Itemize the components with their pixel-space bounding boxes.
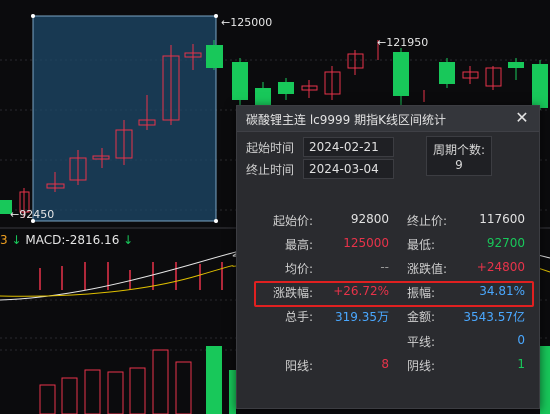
selection-region [32,15,217,222]
start-price-label: 起始价: [272,214,313,228]
change-label: 涨跌值: [407,262,448,276]
down-arrow-icon: ↓ [123,233,134,247]
stats-row-volume-amount: 总手: 319.35万 金额: 3543.57亿 [237,308,539,328]
stats-row-up-down: 阳线: 8 阴线: 1 [237,357,539,377]
stats-row-pct-amplitude: 涨跌幅: +26.72% 振幅: 34.81% [237,284,539,304]
amount-label: 金额: [407,310,436,324]
start-time-field[interactable]: 2024-02-21 [303,137,394,157]
low-value: 92700 [486,236,525,250]
start-price-value: 92800 [350,212,389,226]
stats-row-avg-change: 均价: -- 涨跌值: +24800 [237,260,539,280]
candle [255,88,271,106]
flat-lines-value: 0 [517,333,525,347]
macd-indicator: 3 ↓ MACD:-2816.16 ↓ [0,233,133,247]
dialog-titlebar[interactable]: 碳酸锂主连 lc9999 期指K线区间统计 ✕ [237,106,539,132]
down-lines-value: 1 [517,357,525,371]
avg-price-value: -- [380,260,389,274]
candle [278,82,294,94]
end-time-label: 终止时间 [246,163,295,177]
period-count-value: 9 [455,158,463,172]
total-volume-label: 总手: [284,310,313,324]
candle [439,62,455,84]
change-pct-value: +26.72% [333,284,389,298]
mid-price-marker: ←121950 [377,36,429,49]
macd-value: MACD:-2816.16 [25,233,120,247]
low-label: 最低: [407,238,436,252]
candle [508,62,524,68]
amplitude-label: 振幅: [407,286,436,300]
macd-index-digit: 3 [0,233,8,247]
stats-row-high-low: 最高: 125000 最低: 92700 [237,236,539,256]
down-arrow-icon: ↓ [11,233,22,247]
end-time-field[interactable]: 2024-03-04 [303,159,394,179]
high-label: 最高: [284,238,313,252]
total-volume-value: 319.35万 [335,310,389,324]
dialog-title: 碳酸锂主连 lc9999 期指K线区间统计 [246,113,446,127]
end-price-value: 117600 [479,212,525,226]
amplitude-value: 34.81% [479,284,525,298]
period-count-box: 周期个数: 9 [426,136,492,176]
stats-row-flat: 平线: 0 [237,333,539,353]
start-time-label: 起始时间 [246,141,295,155]
down-lines-label: 阴线: [407,359,436,373]
interval-stats-dialog[interactable]: 碳酸锂主连 lc9999 期指K线区间统计 ✕ 起始时间 2024-02-21 … [236,105,540,409]
avg-price-label: 均价: [284,262,313,276]
high-price-marker: ←125000 [221,16,273,29]
change-pct-label: 涨跌幅: [272,286,313,300]
end-price-label: 终止价: [407,214,448,228]
amount-value: 3543.57亿 [463,310,525,324]
close-icon[interactable]: ✕ [514,109,530,127]
up-lines-value: 8 [381,357,389,371]
flat-lines-label: 平线: [407,335,436,349]
high-value: 125000 [343,236,389,250]
up-lines-label: 阳线: [284,359,313,373]
stats-row-start-end: 起始价: 92800 终止价: 117600 [237,212,539,232]
candle [393,52,409,96]
low-price-marker: ←92450 [10,208,55,221]
candle [532,64,548,108]
change-value: +24800 [476,260,525,274]
candle [232,62,248,100]
period-count-label: 周期个数: [432,143,486,157]
candle [206,45,223,68]
